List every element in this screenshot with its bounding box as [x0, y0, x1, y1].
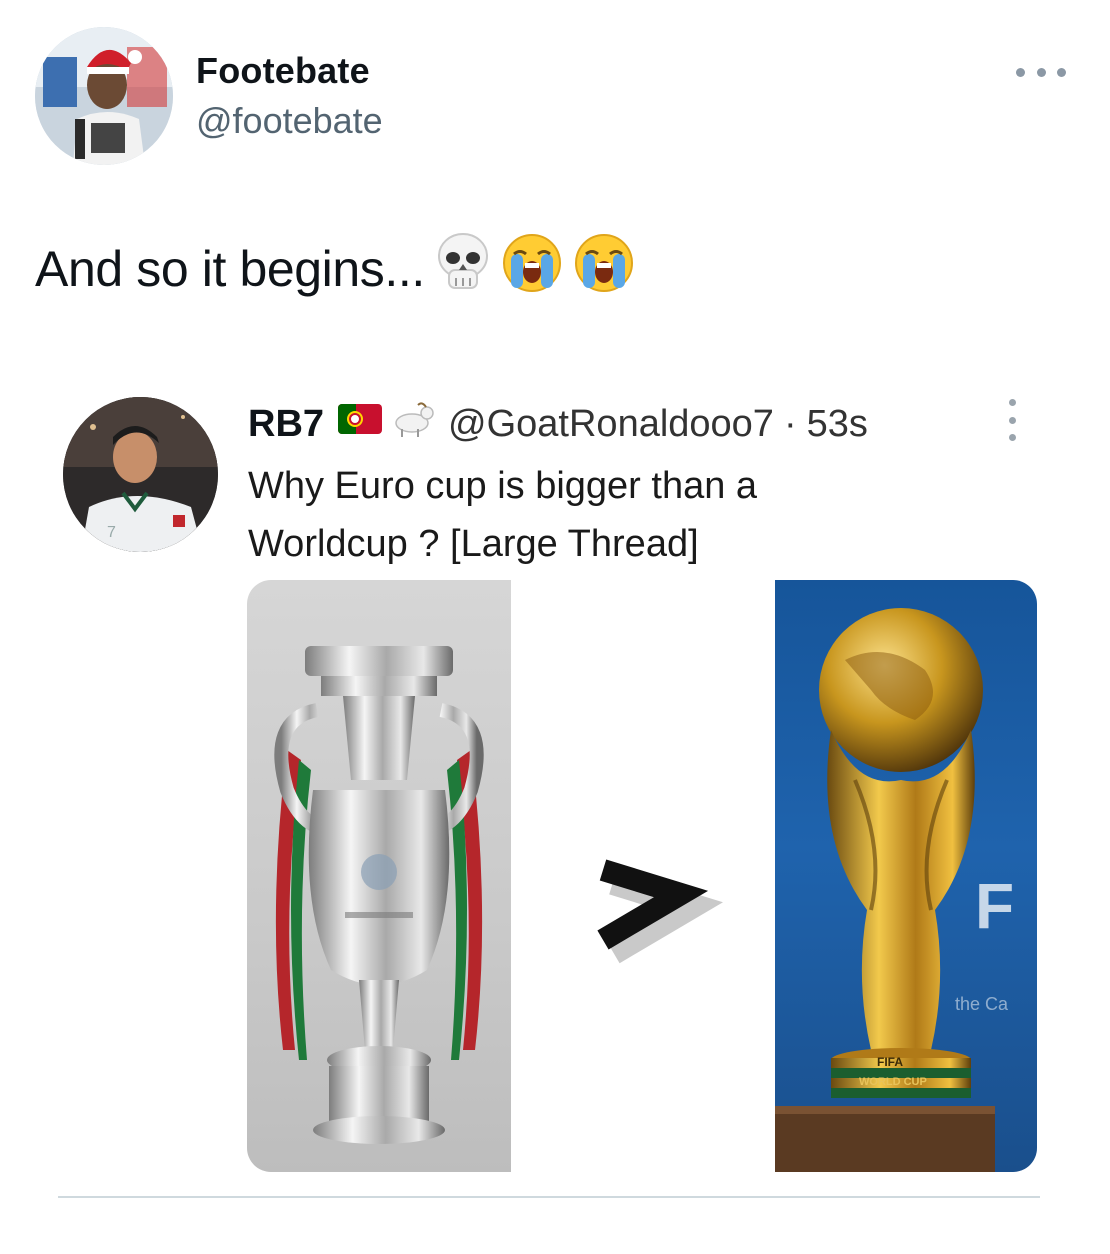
bottom-divider	[58, 1196, 1040, 1198]
quoted-author-name[interactable]: RB7	[248, 403, 324, 446]
loudly-crying-emoji-icon	[501, 232, 563, 306]
quoted-author-avatar[interactable]: 7	[63, 397, 218, 552]
more-dot-icon	[1036, 67, 1046, 77]
skull-emoji-icon	[435, 232, 491, 306]
author-name[interactable]: Footebate	[196, 50, 370, 92]
header-separator: ·	[783, 402, 797, 445]
euro-cup-trophy-icon	[274, 646, 484, 1144]
comparison-panel	[511, 580, 775, 1172]
quoted-author-handle[interactable]: @GoatRonaldooo7	[448, 403, 774, 446]
greater-than-icon	[597, 859, 723, 964]
goat-icon	[388, 399, 436, 449]
tweet-text: And so it begins...	[35, 232, 635, 306]
tweet-page: Footebate @footebate And so it begins...	[0, 0, 1110, 1254]
world-cup-trophy-icon: F the Ca FIFA WORLD CUP	[775, 608, 1014, 1172]
trophy-base-text: WORLD CUP	[859, 1076, 927, 1088]
world-cup-image[interactable]: F the Ca FIFA WORLD CUP	[775, 580, 1037, 1172]
loudly-crying-emoji-icon	[573, 232, 635, 306]
more-dot-icon	[1008, 416, 1016, 424]
more-dot-icon	[1016, 67, 1025, 77]
more-options-button[interactable]	[1016, 52, 1066, 92]
quoted-text-line: Why Euro cup is bigger than a	[248, 465, 758, 507]
more-dot-icon	[1008, 434, 1016, 441]
svg-text:7: 7	[107, 524, 116, 541]
more-dot-icon	[1057, 67, 1066, 77]
quoted-more-options-button[interactable]	[1005, 399, 1019, 441]
quoted-tweet-header: RB7 @GoatRonaldooo7 · 53s	[248, 399, 868, 449]
quoted-tweet[interactable]: 7 RB7 @GoatRonaldooo7 · 53s Why Euro cup…	[55, 385, 1055, 1185]
trophy-base-text: FIFA	[877, 1055, 903, 1069]
quoted-text-line: Worldcup ? [Large Thread]	[248, 523, 699, 565]
author-avatar[interactable]	[35, 27, 173, 165]
author-handle[interactable]: @footebate	[196, 100, 383, 142]
svg-text:the Ca: the Ca	[955, 994, 1009, 1014]
quoted-tweet-media[interactable]: F the Ca FIFA WORLD CUP	[247, 580, 1037, 1172]
euro-cup-image[interactable]	[247, 580, 511, 1172]
portugal-flag-icon	[338, 402, 383, 446]
more-dot-icon	[1008, 399, 1016, 406]
quoted-tweet-time[interactable]: 53s	[807, 403, 868, 446]
quoted-tweet-text: Why Euro cup is bigger than a Worldcup ?…	[248, 457, 968, 573]
svg-text:F: F	[975, 870, 1014, 942]
tweet-body: And so it begins...	[35, 241, 425, 297]
